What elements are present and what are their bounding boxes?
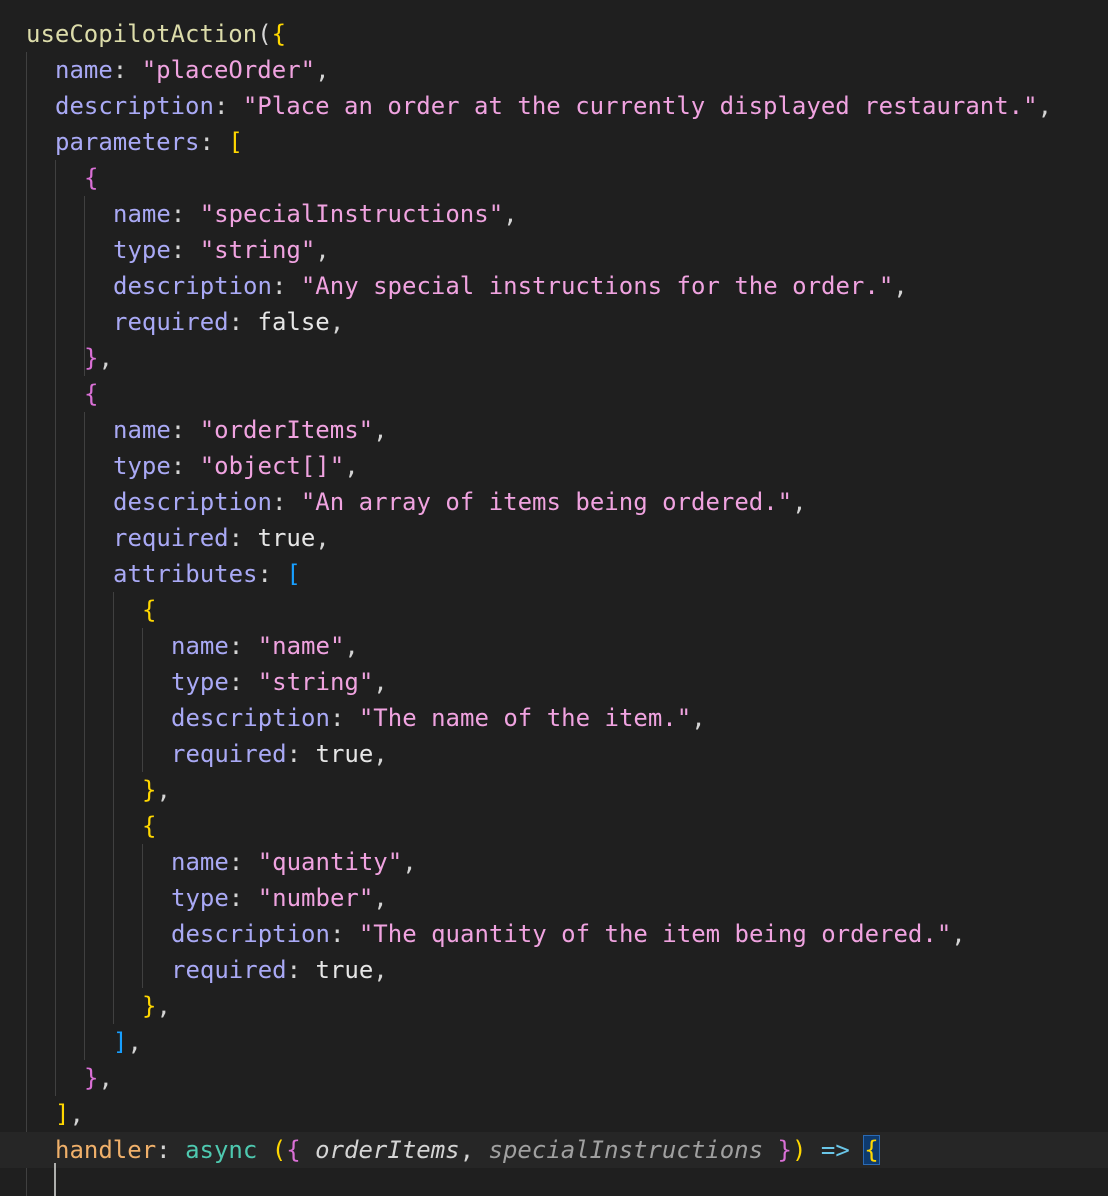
property-key: name	[113, 200, 171, 228]
property-key: handler	[55, 1136, 157, 1164]
code-line[interactable]: required: true,	[0, 520, 1108, 556]
string-value: "string"	[257, 668, 374, 696]
keyword: async	[185, 1136, 258, 1164]
code-line[interactable]: required: true,	[0, 952, 1108, 988]
code-line[interactable]: parameters: [	[0, 124, 1108, 160]
matched-brace: {	[863, 1135, 880, 1165]
code-line[interactable]: },	[0, 988, 1108, 1024]
code-line[interactable]: name: "quantity",	[0, 844, 1108, 880]
code-line[interactable]: description: "Any special instructions f…	[0, 268, 1108, 304]
code-line[interactable]: required: true,	[0, 736, 1108, 772]
code-line[interactable]: required: false,	[0, 304, 1108, 340]
string-value: "An array of items being ordered."	[300, 488, 793, 516]
property-key: name	[171, 632, 229, 660]
property-key: type	[113, 236, 171, 264]
boolean-value: false	[257, 308, 330, 336]
parameter: specialInstructions	[488, 1136, 764, 1164]
property-key: description	[113, 272, 272, 300]
code-line[interactable]: type: "object[]",	[0, 448, 1108, 484]
code-line[interactable]: useCopilotAction({	[0, 16, 1108, 52]
property-key: name	[113, 416, 171, 444]
code-line[interactable]: type: "number",	[0, 880, 1108, 916]
property-key: description	[171, 704, 330, 732]
code-line[interactable]: description: "Place an order at the curr…	[0, 88, 1108, 124]
code-line[interactable]: attributes: [	[0, 556, 1108, 592]
property-key: required	[113, 524, 229, 552]
string-value: "The quantity of the item being ordered.…	[358, 920, 952, 948]
boolean-value: true	[315, 740, 374, 768]
property-key: description	[55, 92, 214, 120]
code-line[interactable]: type: "string",	[0, 664, 1108, 700]
property-key: parameters	[55, 128, 200, 156]
string-value: "number"	[257, 884, 374, 912]
property-key: type	[113, 452, 171, 480]
property-key: description	[113, 488, 272, 516]
property-key: name	[171, 848, 229, 876]
string-value: "placeOrder"	[141, 56, 316, 84]
code-line[interactable]: description: "The quantity of the item b…	[0, 916, 1108, 952]
property-key: type	[171, 668, 229, 696]
code-line[interactable]: {	[0, 376, 1108, 412]
function-name: useCopilotAction	[26, 20, 258, 48]
string-value: "specialInstructions"	[199, 200, 504, 228]
string-value: "object[]"	[199, 452, 345, 480]
parameter: orderItems	[315, 1136, 460, 1164]
property-key: required	[171, 740, 287, 768]
property-key: name	[55, 56, 113, 84]
property-key: attributes	[113, 560, 258, 588]
string-value: "Place an order at the currently display…	[242, 92, 1038, 120]
string-value: "string"	[199, 236, 316, 264]
boolean-value: true	[257, 524, 316, 552]
property-key: type	[171, 884, 229, 912]
code-line-current[interactable]: handler: async ({ orderItems, specialIns…	[0, 1132, 1108, 1168]
string-value: "name"	[257, 632, 345, 660]
code-line[interactable]: ],	[0, 1096, 1108, 1132]
property-key: description	[171, 920, 330, 948]
code-line[interactable]: ],	[0, 1024, 1108, 1060]
text-cursor	[54, 1163, 56, 1196]
string-value: "The name of the item."	[358, 704, 692, 732]
code-line[interactable]: name: "name",	[0, 628, 1108, 664]
code-line[interactable]: name: "orderItems",	[0, 412, 1108, 448]
code-line[interactable]: {	[0, 592, 1108, 628]
string-value: "quantity"	[257, 848, 403, 876]
property-key: required	[113, 308, 229, 336]
code-line[interactable]: {	[0, 808, 1108, 844]
boolean-value: true	[315, 956, 374, 984]
code-line[interactable]: name: "specialInstructions",	[0, 196, 1108, 232]
code-line[interactable]: type: "string",	[0, 232, 1108, 268]
code-line[interactable]: },	[0, 772, 1108, 808]
code-line[interactable]: description: "An array of items being or…	[0, 484, 1108, 520]
code-editor[interactable]: useCopilotAction({ name: "placeOrder", d…	[0, 0, 1108, 1196]
code-line[interactable]: {	[0, 160, 1108, 196]
code-line[interactable]: },	[0, 1060, 1108, 1096]
code-line[interactable]: },	[0, 340, 1108, 376]
string-value: "orderItems"	[199, 416, 374, 444]
property-key: required	[171, 956, 287, 984]
string-value: "Any special instructions for the order.…	[300, 272, 894, 300]
code-line[interactable]: name: "placeOrder",	[0, 52, 1108, 88]
code-line[interactable]: description: "The name of the item.",	[0, 700, 1108, 736]
